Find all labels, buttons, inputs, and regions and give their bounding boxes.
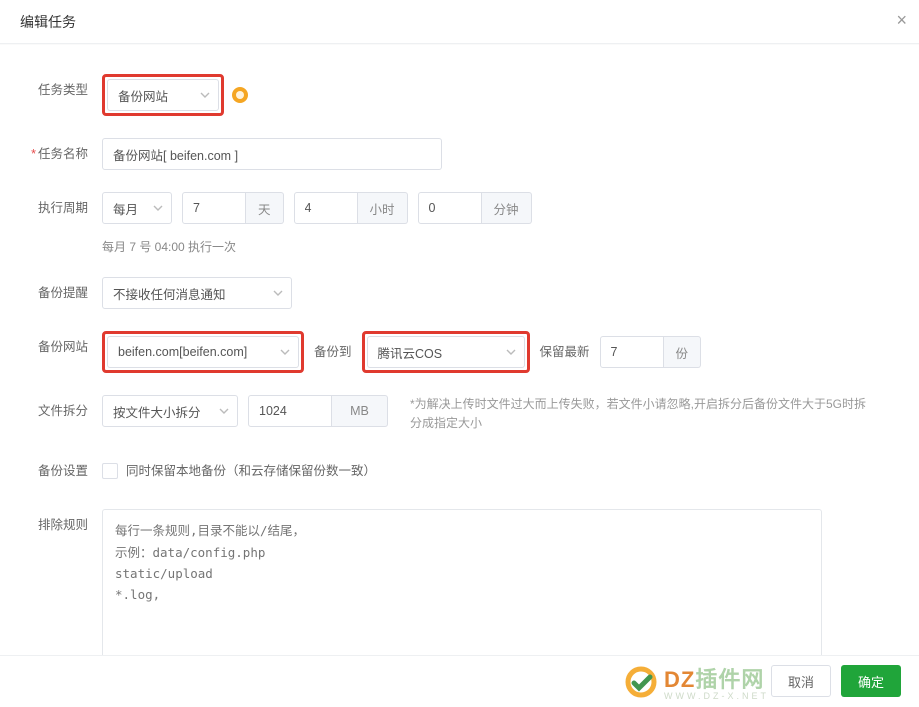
- modal-title: 编辑任务: [20, 12, 76, 32]
- chevron-down-icon: [219, 408, 229, 414]
- split-size-unit: MB: [332, 395, 388, 427]
- label-task-name: *任务名称: [20, 138, 102, 170]
- watermark: DZ插件网 WWW.DZ-X.NET: [624, 662, 769, 701]
- dest-select[interactable]: 腾讯云COS: [367, 336, 525, 368]
- modal-body: 任务类型 备份网站 *任务名称: [0, 44, 919, 655]
- label-task-type: 任务类型: [20, 74, 102, 106]
- period-freq-select[interactable]: 每月: [102, 192, 172, 224]
- highlight-site: beifen.com[beifen.com]: [102, 331, 304, 373]
- keep-local-checkbox[interactable]: [102, 463, 118, 479]
- site-select[interactable]: beifen.com[beifen.com]: [107, 336, 299, 368]
- period-minute-unit: 分钟: [482, 192, 532, 224]
- row-task-name: *任务名称: [20, 138, 899, 170]
- task-name-input-wrap: [102, 138, 442, 170]
- modal-header: 编辑任务 ×: [0, 0, 919, 44]
- row-site-dest: 备份网站 beifen.com[beifen.com] 备份到 腾讯云COS 保…: [20, 331, 899, 373]
- ok-button[interactable]: 确定: [841, 665, 901, 697]
- label-dest: 备份到: [314, 336, 352, 368]
- period-minute-input[interactable]: [429, 201, 471, 215]
- dest-value: 腾讯云COS: [378, 343, 443, 362]
- label-notify: 备份提醒: [20, 277, 102, 309]
- period-day-unit: 天: [246, 192, 284, 224]
- keep-input-wrap: [600, 336, 664, 368]
- split-size-pair: MB: [248, 395, 388, 427]
- period-freq-value: 每月: [113, 199, 138, 218]
- modal-footer: DZ插件网 WWW.DZ-X.NET 取消 确定: [0, 655, 919, 707]
- coin-icon: [232, 87, 248, 103]
- label-period: 执行周期: [20, 192, 102, 224]
- watermark-sub: WWW.DZ-X.NET: [664, 691, 769, 701]
- keep-input[interactable]: [611, 345, 653, 359]
- period-hour-input[interactable]: [305, 201, 347, 215]
- period-hour-input-wrap: [294, 192, 358, 224]
- period-hour-pair: 小时: [294, 192, 408, 224]
- task-name-input[interactable]: [113, 139, 431, 169]
- label-keep: 保留最新: [540, 336, 590, 368]
- split-mode-value: 按文件大小拆分: [113, 402, 201, 421]
- task-type-select[interactable]: 备份网站: [107, 79, 219, 111]
- watermark-brand-a: DZ: [664, 667, 695, 692]
- row-task-type: 任务类型 备份网站: [20, 74, 899, 116]
- label-split: 文件拆分: [20, 395, 102, 427]
- chevron-down-icon: [200, 92, 210, 98]
- row-split: 文件拆分 按文件大小拆分 MB *为解决上传时文件过大而上传失败，若文件小请忽略…: [20, 395, 899, 433]
- keep-pair: 份: [600, 336, 702, 368]
- label-site: 备份网站: [20, 331, 102, 363]
- split-note: *为解决上传时文件过大而上传失败，若文件小请忽略,开启拆分后备份文件大于5G时拆…: [410, 395, 870, 433]
- split-size-input-wrap: [248, 395, 332, 427]
- task-type-value: 备份网站: [118, 86, 168, 105]
- chevron-down-icon: [506, 349, 516, 355]
- watermark-logo-icon: [624, 665, 658, 699]
- period-hint: 每月 7 号 04:00 执行一次: [102, 238, 236, 255]
- row-exclude: 排除规则: [20, 509, 899, 654]
- period-day-pair: 天: [182, 192, 284, 224]
- row-notify: 备份提醒 不接收任何消息通知: [20, 277, 899, 309]
- label-setting: 备份设置: [20, 455, 102, 487]
- split-size-input[interactable]: [259, 404, 321, 418]
- chevron-down-icon: [280, 349, 290, 355]
- row-setting: 备份设置 同时保留本地备份（和云存储保留份数一致）: [20, 455, 899, 487]
- period-day-input-wrap: [182, 192, 246, 224]
- row-period: 执行周期 每月 天 小时 分钟: [20, 192, 899, 224]
- cancel-button[interactable]: 取消: [771, 665, 831, 697]
- site-value: beifen.com[beifen.com]: [118, 345, 247, 359]
- highlight-task-type: 备份网站: [102, 74, 224, 116]
- label-exclude: 排除规则: [20, 509, 102, 541]
- highlight-dest: 腾讯云COS: [362, 331, 530, 373]
- period-day-input[interactable]: [193, 201, 235, 215]
- period-minute-input-wrap: [418, 192, 482, 224]
- close-icon[interactable]: ×: [896, 10, 907, 31]
- watermark-brand-b: 插件网: [695, 667, 764, 692]
- chevron-down-icon: [153, 205, 163, 211]
- exclude-textarea[interactable]: [102, 509, 822, 654]
- keep-local-label: 同时保留本地备份（和云存储保留份数一致）: [126, 455, 376, 487]
- notify-select[interactable]: 不接收任何消息通知: [102, 277, 292, 309]
- row-period-hint: 每月 7 号 04:00 执行一次: [20, 232, 899, 255]
- split-mode-select[interactable]: 按文件大小拆分: [102, 395, 238, 427]
- period-hour-unit: 小时: [358, 192, 408, 224]
- period-minute-pair: 分钟: [418, 192, 532, 224]
- chevron-down-icon: [273, 290, 283, 296]
- edit-task-modal: 编辑任务 × 任务类型 备份网站 *任务名称: [0, 0, 919, 707]
- notify-value: 不接收任何消息通知: [113, 284, 226, 303]
- keep-unit: 份: [664, 336, 702, 368]
